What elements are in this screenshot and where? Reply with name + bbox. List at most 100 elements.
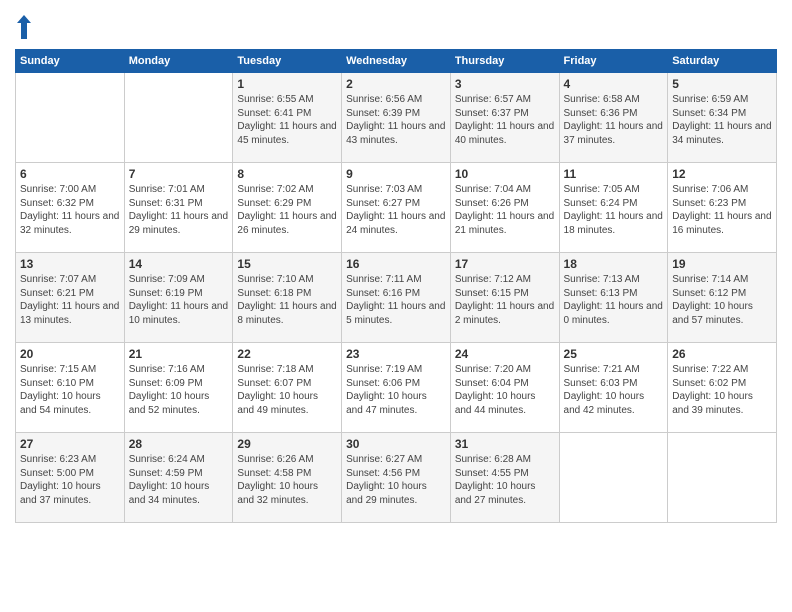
day-content: Sunrise: 6:58 AM Sunset: 6:36 PM Dayligh… bbox=[564, 93, 664, 147]
calendar-cell: 21 Sunrise: 7:16 AM Sunset: 6:09 PM Dayli… bbox=[124, 343, 233, 433]
calendar-week-1: 1Sunrise: 6:55 AM Sunset: 6:41 PM Daylig… bbox=[16, 73, 777, 163]
day-content: Sunrise: 6:27 AM Sunset: 4:56 PM Dayligh… bbox=[346, 453, 446, 507]
header-friday: Friday bbox=[559, 50, 668, 73]
day-content: Sunrise: 7:00 AM Sunset: 6:32 PM Dayligh… bbox=[20, 183, 120, 237]
calendar-cell: 5 Sunrise: 6:59 AM Sunset: 6:34 PM Daylig… bbox=[668, 73, 777, 163]
day-content: Sunrise: 7:09 AM Sunset: 6:19 PM Dayligh… bbox=[129, 273, 229, 327]
calendar-cell: 17Sunrise: 7:12 AM Sunset: 6:15 PM Dayli… bbox=[450, 253, 559, 343]
day-number: 11 bbox=[564, 167, 664, 181]
day-content: Sunrise: 7:02 AM Sunset: 6:29 PM Dayligh… bbox=[237, 183, 337, 237]
day-number: 31 bbox=[455, 437, 555, 451]
calendar-week-4: 20 Sunrise: 7:15 AM Sunset: 6:10 PM Dayli… bbox=[16, 343, 777, 433]
day-number: 21 bbox=[129, 347, 229, 361]
calendar-cell: 1Sunrise: 6:55 AM Sunset: 6:41 PM Daylig… bbox=[233, 73, 342, 163]
calendar-cell: 6 Sunrise: 7:00 AM Sunset: 6:32 PM Daylig… bbox=[16, 163, 125, 253]
day-number: 20 bbox=[20, 347, 120, 361]
page-header bbox=[15, 15, 777, 39]
day-content: Sunrise: 7:10 AM Sunset: 6:18 PM Dayligh… bbox=[237, 273, 337, 327]
day-content: Sunrise: 7:07 AM Sunset: 6:21 PM Dayligh… bbox=[20, 273, 120, 327]
calendar-cell: 2 Sunrise: 6:56 AM Sunset: 6:39 PM Daylig… bbox=[342, 73, 451, 163]
calendar-cell bbox=[124, 73, 233, 163]
header-thursday: Thursday bbox=[450, 50, 559, 73]
calendar-cell: 19Sunrise: 7:14 AM Sunset: 6:12 PM Dayli… bbox=[668, 253, 777, 343]
calendar-cell: 24 Sunrise: 7:20 AM Sunset: 6:04 PM Dayli… bbox=[450, 343, 559, 433]
calendar-table: SundayMondayTuesdayWednesdayThursdayFrid… bbox=[15, 49, 777, 523]
day-content: Sunrise: 7:16 AM Sunset: 6:09 PM Dayligh… bbox=[129, 363, 229, 417]
calendar-cell: 29 Sunrise: 6:26 AM Sunset: 4:58 PM Dayli… bbox=[233, 433, 342, 523]
calendar-cell: 13Sunrise: 7:07 AM Sunset: 6:21 PM Dayli… bbox=[16, 253, 125, 343]
calendar-cell: 14 Sunrise: 7:09 AM Sunset: 6:19 PM Dayli… bbox=[124, 253, 233, 343]
day-content: Sunrise: 7:19 AM Sunset: 6:06 PM Dayligh… bbox=[346, 363, 446, 417]
day-content: Sunrise: 7:03 AM Sunset: 6:27 PM Dayligh… bbox=[346, 183, 446, 237]
day-number: 3 bbox=[455, 77, 555, 91]
day-content: Sunrise: 7:21 AM Sunset: 6:03 PM Dayligh… bbox=[564, 363, 664, 417]
header-saturday: Saturday bbox=[668, 50, 777, 73]
day-number: 16 bbox=[346, 257, 446, 271]
header-sunday: Sunday bbox=[16, 50, 125, 73]
day-content: Sunrise: 7:12 AM Sunset: 6:15 PM Dayligh… bbox=[455, 273, 555, 327]
day-content: Sunrise: 7:15 AM Sunset: 6:10 PM Dayligh… bbox=[20, 363, 120, 417]
calendar-cell: 3 Sunrise: 6:57 AM Sunset: 6:37 PM Daylig… bbox=[450, 73, 559, 163]
day-content: Sunrise: 7:05 AM Sunset: 6:24 PM Dayligh… bbox=[564, 183, 664, 237]
day-content: Sunrise: 6:24 AM Sunset: 4:59 PM Dayligh… bbox=[129, 453, 229, 507]
calendar-cell: 25 Sunrise: 7:21 AM Sunset: 6:03 PM Dayli… bbox=[559, 343, 668, 433]
day-content: Sunrise: 6:26 AM Sunset: 4:58 PM Dayligh… bbox=[237, 453, 337, 507]
day-number: 5 bbox=[672, 77, 772, 91]
day-content: Sunrise: 6:55 AM Sunset: 6:41 PM Dayligh… bbox=[237, 93, 337, 147]
calendar-cell bbox=[559, 433, 668, 523]
day-number: 10 bbox=[455, 167, 555, 181]
day-content: Sunrise: 6:57 AM Sunset: 6:37 PM Dayligh… bbox=[455, 93, 555, 147]
day-content: Sunrise: 7:13 AM Sunset: 6:13 PM Dayligh… bbox=[564, 273, 664, 327]
logo bbox=[15, 15, 31, 39]
calendar-cell: 16 Sunrise: 7:11 AM Sunset: 6:16 PM Dayli… bbox=[342, 253, 451, 343]
day-number: 24 bbox=[455, 347, 555, 361]
calendar-cell: 18 Sunrise: 7:13 AM Sunset: 6:13 PM Dayli… bbox=[559, 253, 668, 343]
day-content: Sunrise: 6:59 AM Sunset: 6:34 PM Dayligh… bbox=[672, 93, 772, 147]
day-content: Sunrise: 7:11 AM Sunset: 6:16 PM Dayligh… bbox=[346, 273, 446, 327]
day-content: Sunrise: 7:20 AM Sunset: 6:04 PM Dayligh… bbox=[455, 363, 555, 417]
logo-icon bbox=[17, 15, 31, 39]
calendar-cell bbox=[16, 73, 125, 163]
calendar-cell: 22 Sunrise: 7:18 AM Sunset: 6:07 PM Dayli… bbox=[233, 343, 342, 433]
day-number: 8 bbox=[237, 167, 337, 181]
calendar-week-3: 13Sunrise: 7:07 AM Sunset: 6:21 PM Dayli… bbox=[16, 253, 777, 343]
day-number: 23 bbox=[346, 347, 446, 361]
day-number: 25 bbox=[564, 347, 664, 361]
day-number: 6 bbox=[20, 167, 120, 181]
calendar-cell: 15 Sunrise: 7:10 AM Sunset: 6:18 PM Dayli… bbox=[233, 253, 342, 343]
day-number: 9 bbox=[346, 167, 446, 181]
header-tuesday: Tuesday bbox=[233, 50, 342, 73]
calendar-cell: 10 Sunrise: 7:04 AM Sunset: 6:26 PM Dayli… bbox=[450, 163, 559, 253]
calendar-header-row: SundayMondayTuesdayWednesdayThursdayFrid… bbox=[16, 50, 777, 73]
day-number: 14 bbox=[129, 257, 229, 271]
day-content: Sunrise: 7:14 AM Sunset: 6:12 PM Dayligh… bbox=[672, 273, 772, 327]
header-wednesday: Wednesday bbox=[342, 50, 451, 73]
day-number: 12 bbox=[672, 167, 772, 181]
day-content: Sunrise: 7:06 AM Sunset: 6:23 PM Dayligh… bbox=[672, 183, 772, 237]
day-content: Sunrise: 6:56 AM Sunset: 6:39 PM Dayligh… bbox=[346, 93, 446, 147]
calendar-cell: 20 Sunrise: 7:15 AM Sunset: 6:10 PM Dayli… bbox=[16, 343, 125, 433]
day-number: 15 bbox=[237, 257, 337, 271]
header-monday: Monday bbox=[124, 50, 233, 73]
day-content: Sunrise: 7:04 AM Sunset: 6:26 PM Dayligh… bbox=[455, 183, 555, 237]
day-number: 2 bbox=[346, 77, 446, 91]
day-number: 7 bbox=[129, 167, 229, 181]
day-number: 29 bbox=[237, 437, 337, 451]
day-number: 18 bbox=[564, 257, 664, 271]
day-number: 30 bbox=[346, 437, 446, 451]
day-number: 22 bbox=[237, 347, 337, 361]
calendar-cell: 9 Sunrise: 7:03 AM Sunset: 6:27 PM Daylig… bbox=[342, 163, 451, 253]
day-content: Sunrise: 7:22 AM Sunset: 6:02 PM Dayligh… bbox=[672, 363, 772, 417]
calendar-cell: 8 Sunrise: 7:02 AM Sunset: 6:29 PM Daylig… bbox=[233, 163, 342, 253]
calendar-cell: 31 Sunrise: 6:28 AM Sunset: 4:55 PM Dayli… bbox=[450, 433, 559, 523]
day-number: 26 bbox=[672, 347, 772, 361]
calendar-cell: 23 Sunrise: 7:19 AM Sunset: 6:06 PM Dayli… bbox=[342, 343, 451, 433]
day-number: 27 bbox=[20, 437, 120, 451]
day-content: Sunrise: 7:18 AM Sunset: 6:07 PM Dayligh… bbox=[237, 363, 337, 417]
calendar-cell: 27 Sunrise: 6:23 AM Sunset: 5:00 PM Dayli… bbox=[16, 433, 125, 523]
day-content: Sunrise: 6:23 AM Sunset: 5:00 PM Dayligh… bbox=[20, 453, 120, 507]
day-content: Sunrise: 6:28 AM Sunset: 4:55 PM Dayligh… bbox=[455, 453, 555, 507]
calendar-cell: 28Sunrise: 6:24 AM Sunset: 4:59 PM Dayli… bbox=[124, 433, 233, 523]
calendar-cell: 11 Sunrise: 7:05 AM Sunset: 6:24 PM Dayli… bbox=[559, 163, 668, 253]
calendar-cell: 30 Sunrise: 6:27 AM Sunset: 4:56 PM Dayli… bbox=[342, 433, 451, 523]
